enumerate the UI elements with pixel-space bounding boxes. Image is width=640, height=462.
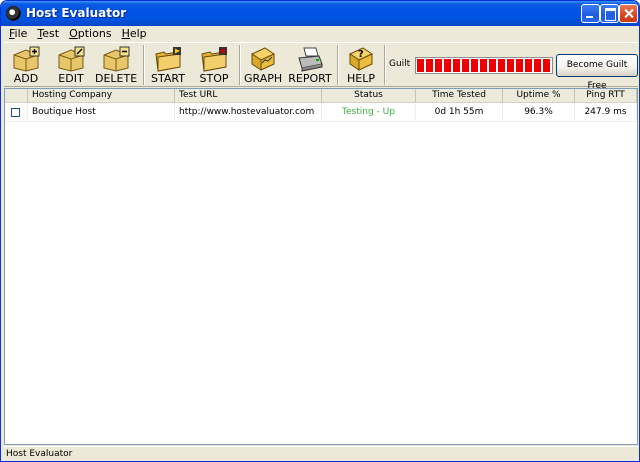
menu-bar: File Test Options Help [4, 27, 152, 41]
report-button[interactable]: REPORT [288, 43, 332, 87]
toolbar-separator [337, 45, 339, 85]
edit-button[interactable]: EDIT [51, 43, 91, 87]
minimize-button[interactable] [581, 4, 600, 23]
menu-test[interactable]: Test [32, 27, 64, 41]
column-header-url[interactable]: Test URL [175, 89, 322, 103]
printer-icon [298, 47, 323, 72]
guilt-meter-segment [453, 59, 460, 72]
app-window: Host Evaluator File Test Options Help AD… [0, 0, 640, 462]
add-box-icon [13, 46, 40, 72]
column-header-ping[interactable]: Ping RTT [575, 89, 637, 103]
guilt-meter-segment [534, 59, 541, 72]
guilt-meter-segment [525, 59, 532, 72]
column-header-time-tested[interactable]: Time Tested [416, 89, 503, 103]
guilt-meter-segment [507, 59, 514, 72]
graph-book-icon [250, 47, 276, 71]
column-header-uptime[interactable]: Uptime % [503, 89, 575, 103]
toolbar-separator [239, 45, 241, 85]
become-guilt-free-button[interactable]: Become Guilt Free [556, 54, 638, 91]
start-button[interactable]: START [148, 43, 188, 87]
table-header: Hosting Company Test URL Status Time Tes… [5, 89, 637, 103]
cell-time-tested: 0d 1h 55m [416, 104, 503, 122]
hosts-table[interactable]: Hosting Company Test URL Status Time Tes… [4, 88, 638, 445]
guilt-meter [415, 57, 553, 74]
status-bar: Host Evaluator [4, 446, 638, 461]
table-row[interactable]: Boutique Host http://www.hostevaluator.c… [5, 104, 637, 122]
row-checkbox[interactable] [11, 108, 20, 117]
cell-company: Boutique Host [28, 104, 175, 122]
menu-help[interactable]: Help [117, 27, 152, 41]
guilt-meter-segment [435, 59, 442, 72]
toolbar: ADD EDIT DELETE START STOP GRAPH REPORT … [4, 42, 638, 91]
close-button[interactable] [619, 4, 638, 23]
toolbar-separator [143, 45, 145, 85]
guilt-meter-segment [498, 59, 505, 72]
column-header-company[interactable]: Hosting Company [28, 89, 175, 103]
guilt-meter-segment [471, 59, 478, 72]
guilt-meter-segment [462, 59, 469, 72]
guilt-meter-segment [489, 59, 496, 72]
app-logo-icon [6, 6, 21, 21]
window-title: Host Evaluator [26, 6, 127, 20]
title-bar[interactable]: Host Evaluator [1, 1, 639, 26]
guilt-meter-segment [516, 59, 523, 72]
column-header-check[interactable] [5, 89, 28, 103]
guilt-meter-segment [426, 59, 433, 72]
row-checkbox-cell [5, 104, 28, 122]
stop-folder-icon [201, 47, 227, 72]
guilt-label: Guilt [389, 59, 411, 69]
cell-ping: 247.9 ms [575, 104, 637, 122]
maximize-button[interactable] [600, 4, 619, 23]
guilt-meter-segment [444, 59, 451, 72]
delete-box-icon [103, 46, 130, 72]
menu-options[interactable]: Options [64, 27, 116, 41]
start-folder-icon [155, 47, 181, 72]
guilt-meter-segment [417, 59, 424, 72]
delete-button[interactable]: DELETE [95, 43, 137, 87]
toolbar-separator [384, 45, 386, 85]
cell-url: http://www.hostevaluator.com [175, 104, 322, 122]
svg-text:?: ? [358, 49, 364, 60]
edit-box-icon [58, 46, 85, 72]
guilt-meter-segment [543, 59, 550, 72]
help-book-icon: ? [348, 47, 374, 71]
guilt-meter-segment [480, 59, 487, 72]
cell-uptime: 96.3% [503, 104, 575, 122]
column-header-status[interactable]: Status [322, 89, 416, 103]
menu-file[interactable]: File [4, 27, 32, 41]
stop-button[interactable]: STOP [194, 43, 234, 87]
add-button[interactable]: ADD [6, 43, 46, 87]
graph-button[interactable]: GRAPH [244, 43, 282, 87]
cell-status: Testing - Up [322, 104, 416, 122]
help-button[interactable]: ? HELP [342, 43, 380, 87]
